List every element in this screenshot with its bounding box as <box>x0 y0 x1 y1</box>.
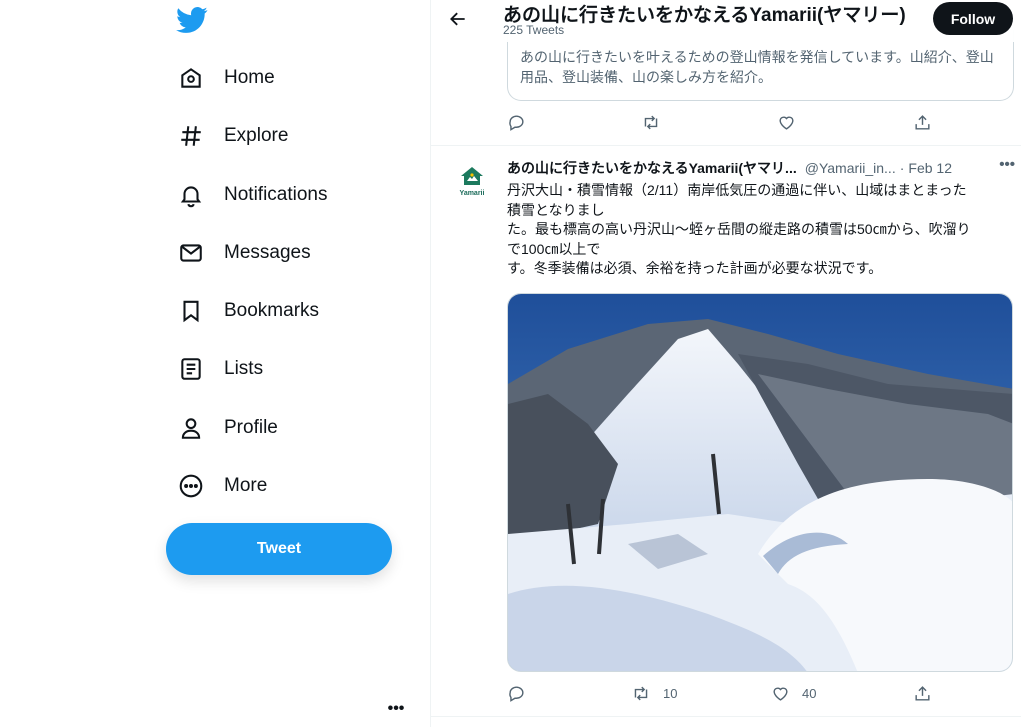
main-column: あの山に行きたいを叶えるための登山情報を発信しています。山紹介、登山用品、登山装… <box>430 0 1021 727</box>
envelope-icon <box>178 240 204 266</box>
nav-explore-label: Explore <box>224 125 289 146</box>
nav-home-label: Home <box>224 67 275 88</box>
reply-icon <box>509 686 524 702</box>
profile-header: あの山に行きたいをかなえるYamarii(ヤマリー) 225 Tweets Fo… <box>431 0 1021 42</box>
tweet-button[interactable]: Tweet <box>166 523 392 575</box>
like-count: 40 <box>802 686 817 701</box>
tweet-more-button[interactable]: ••• <box>999 156 1015 173</box>
bookmark-icon <box>178 298 204 324</box>
tweet-text: 丹沢大山・積雪情報（2/11）南岸低気圧の通過に伴い、山域はまとまった 積雪とな… <box>507 181 1007 279</box>
home-icon <box>178 65 204 91</box>
tweet-text-line: た。最も標高の高い丹沢山〜蛭ヶ岳間の縦走路の積雪は50㎝から、吹溜り <box>507 221 971 237</box>
nav-bookmarks[interactable]: Bookmarks <box>170 286 327 336</box>
tweet-photo[interactable] <box>507 293 1013 672</box>
follow-button[interactable]: Follow <box>933 2 1013 35</box>
nav-more-label: More <box>224 475 268 496</box>
yamarii-logo-icon <box>461 167 483 185</box>
retweet-icon <box>634 686 648 701</box>
avatar-brand-text: Yamarii <box>459 190 485 197</box>
account-menu-button[interactable]: ••• <box>385 700 407 717</box>
person-icon <box>178 415 204 441</box>
tweet-count: 225 Tweets <box>503 23 565 37</box>
tweet-date[interactable]: Feb 12 <box>908 160 952 176</box>
bell-icon <box>178 182 204 208</box>
tweet-divider <box>431 716 1021 717</box>
nav-notifications[interactable]: Notifications <box>170 170 336 220</box>
nav-messages[interactable]: Messages <box>170 228 319 278</box>
tweet-retweet-button[interactable]: 10 <box>631 684 677 703</box>
nav-notifications-label: Notifications <box>224 184 328 205</box>
avatar[interactable]: Yamarii <box>451 160 493 202</box>
tweet-handle[interactable]: @Yamarii_in... <box>805 160 896 176</box>
tweet-author-line: あの山に行きたいをかなえるYamarii(ヤマリ... @Yamarii_in.… <box>507 156 1015 178</box>
nav-profile-label: Profile <box>224 417 278 438</box>
tweet-like-button[interactable]: 40 <box>771 684 816 703</box>
nav-home[interactable]: Home <box>170 53 283 103</box>
nav-bookmarks-label: Bookmarks <box>224 300 320 321</box>
like-icon <box>773 687 788 701</box>
tweet-text-line: 丹沢大山・積雪情報（2/11）南岸低気圧の通過に伴い、山域はまとまった <box>507 182 967 198</box>
separator-dot: · <box>899 160 905 176</box>
tweet-text-line: す。冬季装備は必須、余裕を持った計画が必要な状況です。 <box>507 260 883 276</box>
list-icon <box>178 356 204 382</box>
quoted-tweet-text: あの山に行きたいを叶えるための登山情報を発信しています。山紹介、登山用品、登山装… <box>520 49 994 85</box>
reply-icon[interactable] <box>507 113 526 132</box>
retweet-icon[interactable] <box>641 113 661 132</box>
nav-explore[interactable]: Explore <box>170 111 296 161</box>
nav-profile[interactable]: Profile <box>170 403 286 453</box>
tweet-divider <box>431 145 1021 146</box>
share-icon[interactable] <box>913 113 932 132</box>
retweet-count: 10 <box>663 686 678 701</box>
share-icon <box>915 686 930 701</box>
sidebar: Home Explore Notifications Messages Book… <box>0 0 430 727</box>
twitter-bird-icon[interactable] <box>176 4 208 36</box>
hashtag-icon <box>178 123 204 149</box>
like-icon[interactable] <box>777 113 796 132</box>
nav-more[interactable]: More <box>170 461 275 511</box>
tweet-author-name[interactable]: あの山に行きたいをかなえるYamarii(ヤマリ... <box>507 158 797 178</box>
tweet-reply-button[interactable] <box>507 684 526 703</box>
more-circle-icon <box>178 473 204 499</box>
tweet-share-button[interactable] <box>913 684 932 703</box>
tweet-text-line: 積雪となりまし <box>507 201 605 218</box>
tweet-text-line: で100㎝以上で <box>507 240 601 257</box>
nav-lists-label: Lists <box>224 358 264 379</box>
snowy-mountain-photo <box>508 294 1012 671</box>
nav-messages-label: Messages <box>224 242 311 263</box>
nav-lists[interactable]: Lists <box>170 344 271 394</box>
back-arrow-icon[interactable] <box>445 6 471 32</box>
